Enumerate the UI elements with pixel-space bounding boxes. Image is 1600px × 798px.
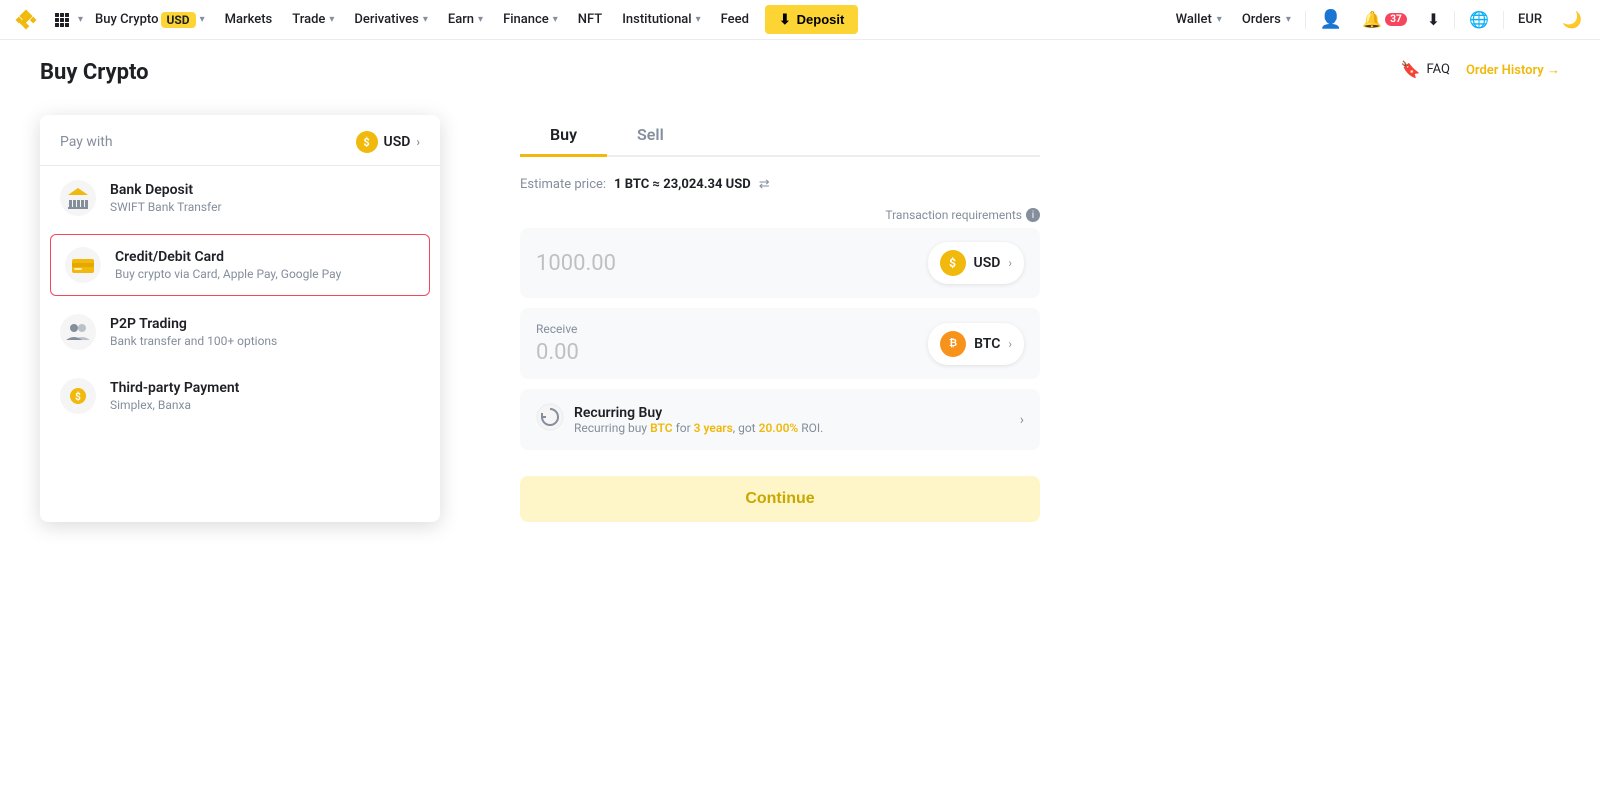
receive-input-block: Receive 0.00 bbox=[536, 322, 579, 365]
main-content: Pay with $ USD › bbox=[40, 115, 1560, 522]
theme-icon: 🌙 bbox=[1562, 10, 1582, 29]
btc-currency-selector[interactable]: ₿ BTC › bbox=[928, 323, 1024, 365]
grid-menu-chevron[interactable]: ▾ bbox=[78, 14, 83, 25]
bank-deposit-text: Bank Deposit SWIFT Bank Transfer bbox=[110, 182, 222, 214]
notification-count: 37 bbox=[1385, 13, 1406, 26]
nav-theme[interactable]: 🌙 bbox=[1556, 10, 1588, 29]
nav-earn[interactable]: Earn ▾ bbox=[440, 0, 491, 40]
estimate-bar: Estimate price: 1 BTC ≈ 23,024.34 USD ⇄ bbox=[520, 177, 1040, 192]
nav-buy-crypto[interactable]: Buy Crypto USD ▾ bbox=[87, 0, 213, 40]
usd-currency-selector[interactable]: $ USD › bbox=[928, 242, 1024, 284]
nav-profile[interactable]: 👤 bbox=[1314, 9, 1348, 30]
spend-input-row: 1000.00 $ USD › bbox=[520, 228, 1040, 298]
trade-chevron: ▾ bbox=[329, 14, 334, 25]
profile-icon: 👤 bbox=[1320, 9, 1342, 30]
page-title: Buy Crypto bbox=[40, 60, 1560, 85]
nav-currency[interactable]: EUR bbox=[1512, 12, 1548, 27]
svg-text:$: $ bbox=[75, 390, 81, 403]
nav-feed[interactable]: Feed bbox=[713, 0, 757, 40]
buy-form: Buy Sell Estimate price: 1 BTC ≈ 23,024.… bbox=[520, 115, 1040, 522]
receive-value: 0.00 bbox=[536, 340, 579, 365]
nav-orders[interactable]: Orders ▾ bbox=[1236, 12, 1297, 27]
notification-bell[interactable]: 🔔 37 bbox=[1356, 10, 1412, 29]
usd-currency-icon: $ bbox=[940, 250, 966, 276]
recurring-buy-text: Recurring Buy Recurring buy BTC for 3 ye… bbox=[574, 405, 823, 435]
nav-right: Wallet ▾ Orders ▾ 👤 🔔 37 ⬇ 🌐 EUR � bbox=[1170, 9, 1588, 30]
estimate-value: 1 BTC ≈ 23,024.34 USD bbox=[614, 177, 751, 192]
globe-icon: 🌐 bbox=[1469, 10, 1489, 29]
usd-badge[interactable]: $ USD › bbox=[356, 131, 420, 153]
faq-button[interactable]: 🔖 FAQ bbox=[1401, 60, 1450, 79]
notification-wrapper: 🔔 37 bbox=[1356, 10, 1412, 29]
recurring-sub: Recurring buy BTC for 3 years, got 20.00… bbox=[574, 421, 823, 435]
dropdown-header: Pay with $ USD › bbox=[40, 131, 440, 166]
recurring-buy-icon bbox=[536, 403, 564, 436]
receive-label: Receive bbox=[536, 322, 579, 336]
top-right-actions: 🔖 FAQ Order History → bbox=[1401, 60, 1560, 79]
transaction-req-info-icon[interactable]: i bbox=[1026, 208, 1040, 222]
faq-icon: 🔖 bbox=[1401, 60, 1421, 79]
deposit-icon: ⬇ bbox=[779, 11, 791, 28]
earn-chevron: ▾ bbox=[478, 14, 483, 25]
recurring-buy-left: Recurring Buy Recurring buy BTC for 3 ye… bbox=[536, 403, 823, 436]
buy-crypto-chevron: ▾ bbox=[200, 14, 205, 25]
buy-sell-tabs: Buy Sell bbox=[520, 115, 1040, 157]
nav-globe[interactable]: 🌐 bbox=[1463, 10, 1495, 29]
usd-chevron-right: › bbox=[1008, 256, 1012, 270]
usd-chevron: › bbox=[416, 135, 420, 149]
orders-chevron: ▾ bbox=[1286, 14, 1291, 25]
divider-1 bbox=[1305, 11, 1306, 29]
nav-institutional[interactable]: Institutional ▾ bbox=[614, 0, 708, 40]
receive-input-row: Receive 0.00 ₿ BTC › bbox=[520, 308, 1040, 379]
p2p-icon bbox=[60, 314, 96, 350]
grid-menu-button[interactable] bbox=[52, 10, 72, 30]
bell-icon: 🔔 bbox=[1362, 10, 1382, 29]
recurring-buy-row[interactable]: Recurring Buy Recurring buy BTC for 3 ye… bbox=[520, 389, 1040, 450]
bank-deposit-icon bbox=[60, 180, 96, 216]
tab-buy[interactable]: Buy bbox=[520, 115, 607, 157]
third-party-icon: $ bbox=[60, 378, 96, 414]
divider-3 bbox=[1503, 11, 1504, 29]
credit-card-icon bbox=[65, 247, 101, 283]
btc-currency-icon: ₿ bbox=[940, 331, 966, 357]
payment-option-p2p[interactable]: P2P Trading Bank transfer and 100+ optio… bbox=[40, 300, 440, 364]
nav-markets[interactable]: Markets bbox=[217, 0, 281, 40]
payment-method-dropdown: Pay with $ USD › bbox=[40, 115, 440, 522]
download-icon: ⬇ bbox=[1427, 10, 1440, 29]
payment-option-third-party[interactable]: $ Third-party Payment Simplex, Banxa bbox=[40, 364, 440, 428]
btc-chevron-right: › bbox=[1008, 337, 1012, 351]
credit-card-text: Credit/Debit Card Buy crypto via Card, A… bbox=[115, 249, 341, 281]
usd-icon: $ bbox=[356, 131, 378, 153]
continue-button[interactable]: Continue bbox=[520, 476, 1040, 522]
payment-option-bank-deposit[interactable]: Bank Deposit SWIFT Bank Transfer bbox=[40, 166, 440, 230]
tab-sell[interactable]: Sell bbox=[607, 115, 694, 157]
payment-option-credit-card[interactable]: Credit/Debit Card Buy crypto via Card, A… bbox=[50, 234, 430, 296]
deposit-button[interactable]: ⬇ Deposit bbox=[765, 5, 858, 34]
transaction-requirements: Transaction requirements i bbox=[520, 208, 1040, 222]
wallet-chevron: ▾ bbox=[1217, 14, 1222, 25]
recurring-chevron: › bbox=[1020, 412, 1024, 428]
derivatives-chevron: ▾ bbox=[423, 14, 428, 25]
institutional-chevron: ▾ bbox=[696, 14, 701, 25]
currency-badge: USD bbox=[161, 12, 196, 28]
navbar: ▾ Buy Crypto USD ▾ Markets Trade ▾ Deriv… bbox=[0, 0, 1600, 40]
third-party-text: Third-party Payment Simplex, Banxa bbox=[110, 380, 239, 412]
nav-wallet[interactable]: Wallet ▾ bbox=[1170, 12, 1228, 27]
nav-trade[interactable]: Trade ▾ bbox=[284, 0, 342, 40]
nav-nft[interactable]: NFT bbox=[570, 0, 610, 40]
nav-derivatives[interactable]: Derivatives ▾ bbox=[346, 0, 435, 40]
spend-input-block: 1000.00 bbox=[536, 251, 616, 276]
divider-2 bbox=[1454, 11, 1455, 29]
finance-chevron: ▾ bbox=[553, 14, 558, 25]
pay-with-label: Pay with bbox=[60, 134, 113, 150]
refresh-icon[interactable]: ⇄ bbox=[759, 177, 770, 192]
nav-download[interactable]: ⬇ bbox=[1421, 10, 1446, 29]
page: Buy Crypto 🔖 FAQ Order History → Pay wit… bbox=[0, 40, 1600, 542]
order-history-button[interactable]: Order History → bbox=[1466, 62, 1560, 78]
logo[interactable] bbox=[12, 6, 40, 34]
nav-finance[interactable]: Finance ▾ bbox=[495, 0, 566, 40]
spend-value[interactable]: 1000.00 bbox=[536, 251, 616, 276]
p2p-text: P2P Trading Bank transfer and 100+ optio… bbox=[110, 316, 277, 348]
